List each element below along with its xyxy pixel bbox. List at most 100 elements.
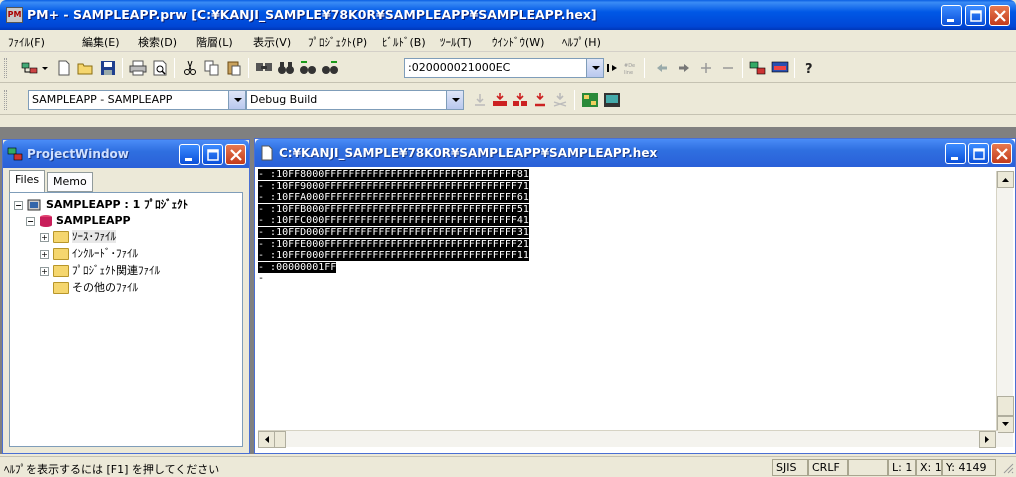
project-window-title-bar[interactable]: ProjectWindow <box>3 140 249 168</box>
binoculars-icon <box>278 62 294 74</box>
menu-help[interactable]: ﾍﾙﾌﾟ(H) <box>562 34 601 50</box>
replace-all-button[interactable] <box>320 58 340 78</box>
tree-project[interactable]: − SAMPLEAPP <box>26 213 131 229</box>
project-icon-button[interactable] <box>20 58 40 78</box>
title-bar[interactable]: PM PM+ - SAMPLEAPP.prw [C:¥KANJI_SAMPLE¥… <box>0 0 1016 30</box>
project-minimize-button[interactable] <box>179 144 200 165</box>
project-dropdown-button[interactable] <box>40 58 50 78</box>
chevron-down-icon[interactable] <box>446 91 463 109</box>
copy-button[interactable] <box>202 58 222 78</box>
compile-icon <box>475 94 485 106</box>
find-button[interactable] <box>254 58 274 78</box>
search-combo[interactable]: :020000021000EC <box>404 58 604 78</box>
chevron-down-icon[interactable] <box>586 59 603 77</box>
open-file-button[interactable] <box>76 58 96 78</box>
chevron-down-icon[interactable] <box>228 91 245 109</box>
debugger-button[interactable] <box>580 90 600 110</box>
build-mode-select[interactable]: Debug Build <box>246 90 464 110</box>
tree-folder-other[interactable]: その他のﾌｧｲﾙ <box>53 280 138 296</box>
hscroll-thumb[interactable] <box>274 431 286 448</box>
build-mode-select-value: Debug Build <box>250 93 318 106</box>
build-button[interactable] <box>490 90 510 110</box>
collapse-button[interactable] <box>718 58 738 78</box>
hex-maximize-button[interactable] <box>968 143 989 164</box>
app-icon[interactable]: PM <box>6 7 23 23</box>
menu-edit[interactable]: 編集(E) <box>82 34 120 50</box>
output-window-button[interactable] <box>770 58 790 78</box>
project-close-button[interactable] <box>225 144 246 165</box>
find-in-box-button[interactable] <box>606 58 620 78</box>
maximize-button[interactable] <box>965 5 986 26</box>
window-title: PM+ - SAMPLEAPP.prw [C:¥KANJI_SAMPLE¥78K… <box>27 7 597 22</box>
collapse-icon[interactable]: − <box>14 200 23 210</box>
print-preview-button[interactable] <box>150 58 170 78</box>
scroll-right-button[interactable] <box>979 431 996 448</box>
project-window-body: Files Memo − SAMPLEAPP : 1 ﾌﾟﾛｼﾞｪｸﾄ − SAMP… <box>7 170 245 450</box>
menu-tool[interactable]: ﾂｰﾙ(T) <box>440 34 472 50</box>
scroll-left-button[interactable] <box>258 431 275 448</box>
simulator-icon <box>604 93 620 107</box>
close-button[interactable] <box>989 5 1010 26</box>
project-window-button[interactable] <box>748 58 768 78</box>
line-jump-button[interactable]: #De line <box>622 58 642 78</box>
project-select[interactable]: SAMPLEAPP - SAMPLEAPP <box>28 90 246 110</box>
expand-icon[interactable]: + <box>40 249 49 259</box>
tree-folder-source[interactable]: + ｿｰｽ･ﾌｧｲﾙ <box>40 229 116 245</box>
scroll-up-button[interactable] <box>997 171 1014 188</box>
expand-icon[interactable]: + <box>40 232 49 242</box>
minimize-button[interactable] <box>941 5 962 26</box>
tree-folder-project-related[interactable]: + ﾌﾟﾛｼﾞｪｸﾄ関連ﾌｧｲﾙ <box>40 263 160 279</box>
help-button[interactable]: ? <box>800 58 820 78</box>
print-button[interactable] <box>128 58 148 78</box>
menu-hierarchy[interactable]: 階層(L) <box>196 34 233 50</box>
menu-project[interactable]: ﾌﾟﾛｼﾞｪｸﾄ(P) <box>308 34 367 50</box>
menu-file[interactable]: ﾌｧｲﾙ(F) <box>8 34 45 50</box>
forward-button[interactable] <box>674 58 694 78</box>
hex-close-button[interactable] <box>991 143 1012 164</box>
hex-text-area[interactable]: - :10FF8000FFFFFFFFFFFFFFFFFFFFFFFFFFFFF… <box>258 169 1000 449</box>
project-maximize-button[interactable] <box>202 144 223 165</box>
compile-button[interactable] <box>470 90 490 110</box>
scroll-thumb[interactable] <box>997 396 1014 416</box>
toolbar-grip[interactable] <box>4 58 7 78</box>
clean-button[interactable] <box>550 90 570 110</box>
scroll-left-icon <box>265 436 269 443</box>
plus-icon <box>701 63 711 73</box>
scroll-down-button[interactable] <box>997 416 1014 433</box>
hex-minimize-button[interactable] <box>945 143 966 164</box>
status-line: L: 1 <box>888 459 916 476</box>
menu-window[interactable]: ｳｲﾝﾄﾞｳ(W) <box>492 34 544 50</box>
stop-build-button[interactable] <box>530 90 550 110</box>
rebuild-icon <box>513 93 527 106</box>
replace-button[interactable] <box>298 58 318 78</box>
toolbar-grip[interactable] <box>4 90 7 110</box>
expand-icon[interactable]: + <box>40 266 49 276</box>
collapse-icon[interactable]: − <box>26 216 35 226</box>
toolbar-separator <box>122 58 123 78</box>
minimize-icon <box>947 19 954 22</box>
menu-build[interactable]: ﾋﾞﾙﾄﾞ(B) <box>382 34 426 50</box>
tab-memo[interactable]: Memo <box>47 172 93 192</box>
tab-files[interactable]: Files <box>9 170 46 192</box>
new-file-button[interactable] <box>54 58 74 78</box>
arrow-left-icon <box>657 64 667 72</box>
cut-button[interactable] <box>180 58 200 78</box>
paste-button[interactable] <box>224 58 244 78</box>
menu-search[interactable]: 検索(D) <box>138 34 177 50</box>
back-button[interactable] <box>652 58 672 78</box>
tree-folder-include[interactable]: + ｲﾝｸﾙｰﾄﾞ･ﾌｧｲﾙ <box>40 246 138 262</box>
tree-root[interactable]: − SAMPLEAPP : 1 ﾌﾟﾛｼﾞｪｸﾄ <box>14 197 188 213</box>
expand-button[interactable] <box>696 58 716 78</box>
scissors-icon <box>184 60 196 75</box>
hex-line: - :00000001FF <box>258 261 337 273</box>
simulator-button[interactable] <box>602 90 622 110</box>
resize-grip-icon[interactable] <box>1002 462 1014 474</box>
horizontal-scrollbar[interactable] <box>258 430 998 448</box>
find-next-button[interactable] <box>276 58 296 78</box>
menu-view[interactable]: 表示(V) <box>253 34 291 50</box>
rebuild-button[interactable] <box>510 90 530 110</box>
hex-window-title-bar[interactable]: C:¥KANJI_SAMPLE¥78K0R¥SAMPLEAPP¥SAMPLEAP… <box>255 139 1015 167</box>
print-preview-icon <box>153 60 167 76</box>
save-button[interactable] <box>98 58 118 78</box>
vertical-scrollbar[interactable] <box>996 171 1014 447</box>
